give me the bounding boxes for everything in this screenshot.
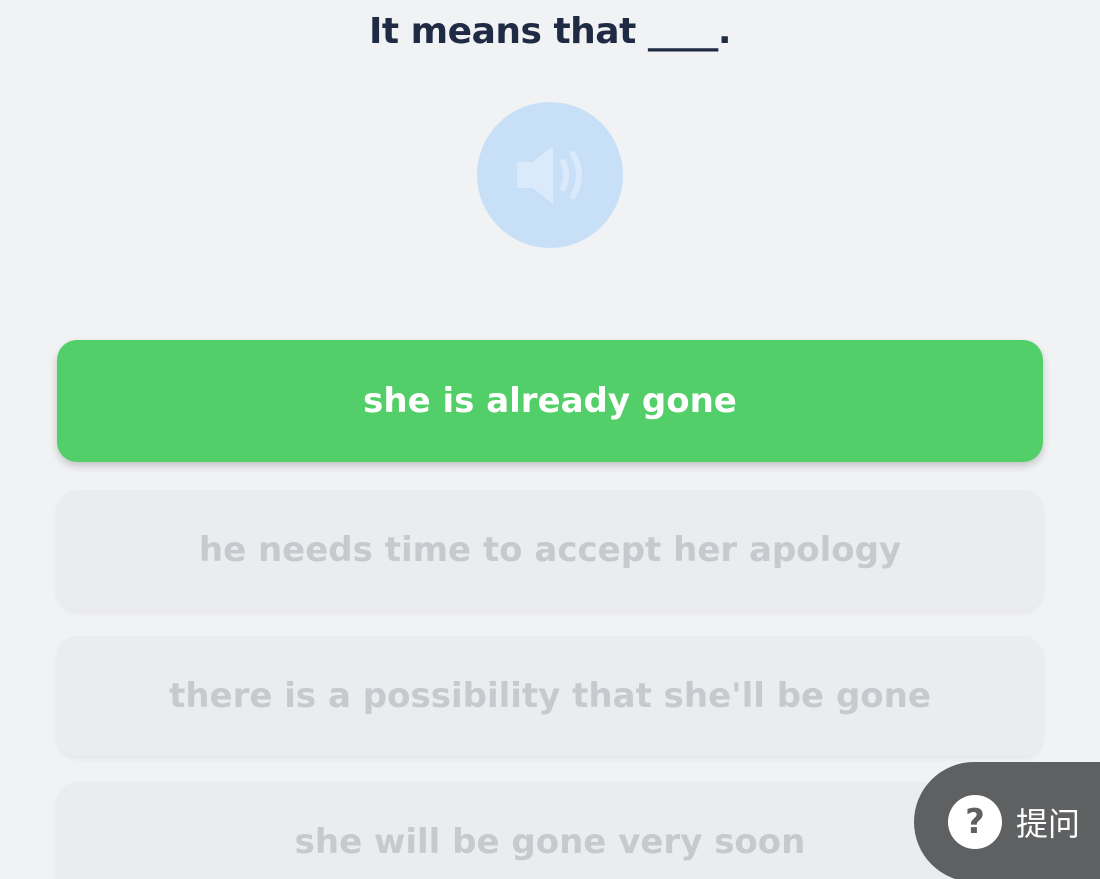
quiz-screen: It means that ____. she is already gone … bbox=[0, 0, 1100, 879]
speaker-icon bbox=[517, 146, 582, 204]
ask-question-label: 提问 bbox=[1016, 805, 1081, 843]
play-audio-button[interactable] bbox=[477, 102, 623, 248]
answer-option-2[interactable]: he needs time to accept her apology bbox=[57, 490, 1043, 610]
question-mark-icon: ? bbox=[948, 795, 1002, 849]
answer-option-3[interactable]: there is a possibility that she'll be go… bbox=[57, 636, 1043, 756]
question-text: It means that ____. bbox=[369, 11, 732, 52]
ask-question-button[interactable]: ? 提问 bbox=[914, 762, 1100, 879]
answer-option-1[interactable]: she is already gone bbox=[57, 340, 1043, 462]
answer-option-4[interactable]: she will be gone very soon bbox=[57, 782, 1043, 879]
